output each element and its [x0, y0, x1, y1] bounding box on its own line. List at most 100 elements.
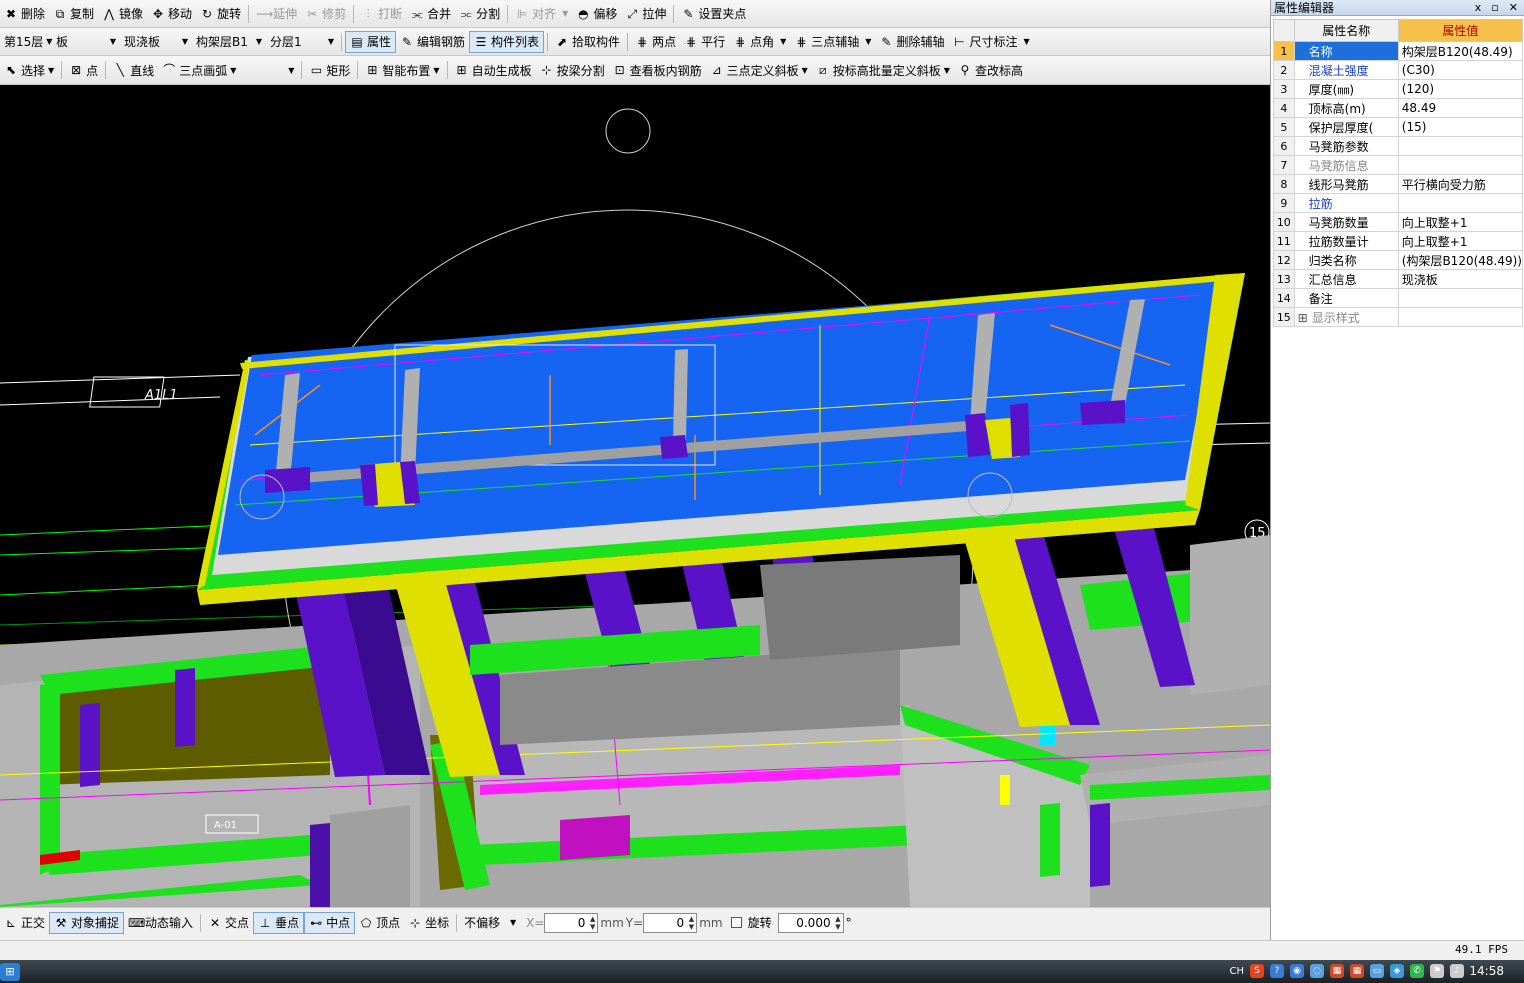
property-value[interactable] [1397, 136, 1524, 156]
start-button[interactable]: ⊞ [0, 963, 20, 981]
expand-icon[interactable]: ⊞ [1298, 311, 1308, 325]
draw-tool-button-10[interactable]: ⊿ 三点定义斜板 ▼ [706, 59, 812, 81]
spinner-icon[interactable]: ▲ ▼ [590, 915, 595, 931]
rotate-checkbox[interactable] [730, 917, 742, 928]
offset-mode-select[interactable]: 不偏移 ▼ [460, 913, 520, 933]
property-row[interactable]: 6 马凳筋参数 [1273, 136, 1524, 156]
edit-tool-button-2[interactable]: ⋀ 镜像 [98, 3, 147, 25]
edit-tool-button-9[interactable]: ⫗ 分割 [455, 3, 504, 25]
property-value[interactable]: 平行横向受力筋 [1397, 174, 1524, 194]
property-row[interactable]: 2 混凝土强度 (C30) [1273, 60, 1524, 80]
component-tool-button-5[interactable]: ⋕ 平行 [680, 31, 729, 53]
property-row[interactable]: 13 汇总信息 现浇板 [1273, 269, 1524, 289]
edit-tool-button-11[interactable]: ◓ 偏移 [572, 3, 621, 25]
property-value[interactable]: 向上取整+1 [1397, 231, 1524, 251]
rotate-input[interactable]: 0.000 ▲ ▼ [777, 912, 844, 933]
component-tool-button-6[interactable]: ⋕ 点角 ▼ [729, 31, 790, 53]
edit-tool-button-7[interactable]: ⫶ 打断 [357, 3, 406, 25]
property-row[interactable]: 3 厚度(㎜) (120) [1273, 79, 1524, 99]
x-input[interactable]: 0 ▲ ▼ [544, 912, 599, 933]
app-a-icon[interactable]: ▦ [1330, 964, 1344, 978]
property-row[interactable]: 15 ⊞ 显示样式 [1273, 307, 1524, 327]
minimize-icon[interactable]: ▫ [1491, 0, 1498, 15]
property-row[interactable]: 12 归类名称 (构架层B120(48.49)) [1273, 250, 1524, 270]
property-value[interactable]: (C30) [1397, 60, 1524, 80]
draw-tool-button-1[interactable]: ⊠ 点 [65, 59, 102, 81]
property-value[interactable] [1397, 288, 1524, 308]
edit-tool-button-13[interactable]: ✎ 设置夹点 [677, 3, 750, 25]
app-b-icon[interactable]: ▦ [1350, 964, 1364, 978]
draw-tool-button-12[interactable]: ⚲ 查改标高 [954, 59, 1027, 81]
draw-tool-button-2[interactable]: ╲ 直线 [109, 59, 158, 81]
edit-tool-button-8[interactable]: ⫘ 合并 [406, 3, 455, 25]
property-value[interactable]: 现浇板 [1397, 269, 1524, 289]
property-value[interactable] [1397, 155, 1524, 175]
property-row[interactable]: 8 线形马凳筋 平行横向受力筋 [1273, 174, 1524, 194]
edit-tool-button-10[interactable]: ⊫ 对齐 ▼ [511, 3, 572, 25]
draw-tool-button-3[interactable]: ⌒ 三点画弧 ▼ [158, 59, 240, 81]
rotation-handle[interactable] [605, 108, 651, 154]
network-icon[interactable]: ◌ [1310, 964, 1324, 978]
property-value[interactable]: (15) [1397, 117, 1524, 137]
snap-toggle-2[interactable]: ⌨ 动态输入 [124, 912, 197, 934]
y-input[interactable]: 0 ▲ ▼ [643, 912, 698, 933]
property-value[interactable] [1397, 307, 1524, 327]
component-tool-button-7[interactable]: ⋕ 三点辅轴 ▼ [790, 31, 875, 53]
model-canvas[interactable]: A1L1 15 A-01 [0, 85, 1270, 907]
property-value[interactable] [1397, 193, 1524, 213]
spinner-icon[interactable]: ▲ ▼ [689, 915, 694, 931]
sogou-icon[interactable]: S [1250, 964, 1264, 978]
shield-icon[interactable]: ◈ [1390, 964, 1404, 978]
spinner-icon[interactable]: ▲ ▼ [835, 915, 840, 931]
edit-tool-button-6[interactable]: ✂ 修剪 [301, 3, 350, 25]
component-tool-button-0[interactable]: ▤ 属性 [345, 30, 397, 53]
category-select[interactable]: 板 ▼ [52, 32, 120, 52]
pin-icon[interactable]: ⅹ [1475, 0, 1482, 15]
component-tool-button-4[interactable]: ⋕ 两点 [631, 31, 680, 53]
selected-slab[interactable] [197, 273, 1245, 605]
property-row[interactable]: 11 拉筋数量计 向上取整+1 [1273, 231, 1524, 251]
flag-icon[interactable]: ⚑ [1430, 964, 1444, 978]
close-icon[interactable]: ✕ [1509, 0, 1518, 15]
edit-tool-button-5[interactable]: ⟶ 延伸 [252, 3, 301, 25]
volume-icon[interactable]: ♪ [1450, 964, 1464, 978]
layer-select[interactable]: 分层1 ▼ [266, 32, 338, 52]
monitor-icon[interactable]: ▭ [1370, 964, 1384, 978]
draw-tool-button-4[interactable]: ▼ [240, 59, 298, 81]
draw-tool-button-8[interactable]: ⊹ 按梁分割 [536, 59, 609, 81]
component-tool-button-2[interactable]: ☰ 构件列表 [469, 30, 545, 53]
draw-tool-button-6[interactable]: ⊞ 智能布置 ▼ [361, 59, 443, 81]
component-tool-button-1[interactable]: ✎ 编辑钢筋 [396, 31, 469, 53]
help-icon[interactable]: ? [1270, 964, 1284, 978]
property-row[interactable]: 5 保护层厚度((15) [1273, 117, 1524, 137]
property-row[interactable]: 7 马凳筋信息 [1273, 155, 1524, 175]
draw-tool-button-7[interactable]: ⊞ 自动生成板 [451, 59, 536, 81]
property-value[interactable]: 48.49 [1397, 98, 1524, 118]
component-select[interactable]: 构架层B1 ▼ [192, 32, 266, 52]
draw-tool-button-9[interactable]: ⊡ 查看板内钢筋 [609, 59, 706, 81]
snap-toggle-4[interactable]: ⊥ 垂点 [253, 911, 305, 934]
edit-tool-button-1[interactable]: ⧉ 复制 [49, 3, 98, 25]
component-tool-button-8[interactable]: ✎ 删除辅轴 [875, 31, 948, 53]
property-row[interactable]: 10 马凳筋数量 向上取整+1 [1273, 212, 1524, 232]
property-row[interactable]: 4 顶标高(m) 48.49 [1273, 98, 1524, 118]
input-language[interactable]: CH [1229, 966, 1244, 977]
draw-tool-button-0[interactable]: ⬉ 选择 ▼ [0, 59, 58, 81]
type-select[interactable]: 现浇板 ▼ [120, 32, 192, 52]
taskbar-clock[interactable]: 14:58 [1469, 964, 1504, 978]
edit-tool-button-0[interactable]: ✖ 删除 [0, 3, 49, 25]
property-value[interactable]: 构架层B120(48.49) [1397, 41, 1524, 61]
property-row[interactable]: 14 备注 [1273, 288, 1524, 308]
snap-toggle-0[interactable]: ⊾ 正交 [0, 912, 49, 934]
component-tool-button-3[interactable]: ⬈ 拾取构件 [551, 31, 624, 53]
edit-tool-button-3[interactable]: ✥ 移动 [147, 3, 196, 25]
snap-toggle-7[interactable]: ⊹ 坐标 [404, 912, 453, 934]
draw-tool-button-5[interactable]: ▭ 矩形 [305, 59, 354, 81]
user-icon[interactable]: ◉ [1290, 964, 1304, 978]
draw-tool-button-11[interactable]: ⧄ 按标高批量定义斜板 ▼ [812, 59, 954, 81]
property-row[interactable]: 9 拉筋 [1273, 193, 1524, 213]
edit-tool-button-12[interactable]: ⤢ 拉伸 [621, 3, 670, 25]
edit-tool-button-4[interactable]: ↻ 旋转 [196, 3, 245, 25]
3d-viewport[interactable]: A1L1 15 A-01 [0, 85, 1270, 907]
property-value[interactable]: (120) [1397, 79, 1524, 99]
